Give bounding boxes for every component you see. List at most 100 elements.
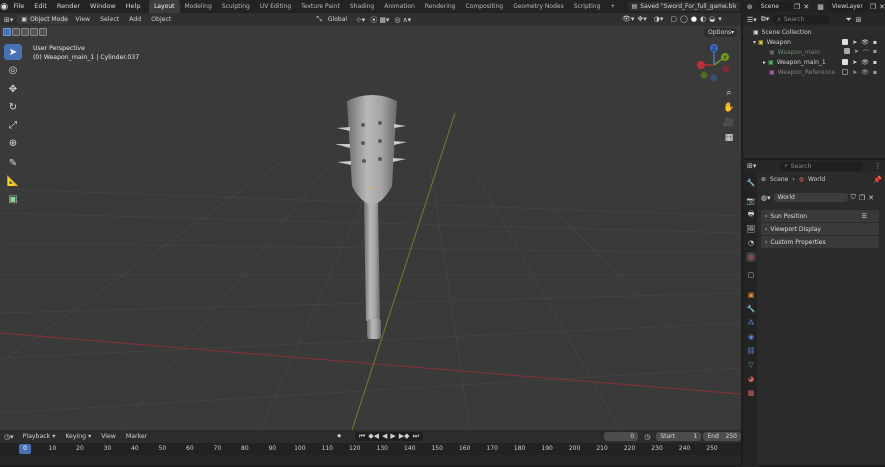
display-mode-icon[interactable]: ⧉▾ xyxy=(761,15,770,24)
fake-user-icon[interactable]: ⛉ xyxy=(851,193,856,202)
checkbox-icon[interactable] xyxy=(842,38,849,45)
tab-rendering[interactable]: Rendering xyxy=(420,0,461,13)
shading-options-icon[interactable]: ▾ xyxy=(718,15,722,23)
timeline-editor-icon[interactable]: ◷▾ xyxy=(0,433,18,441)
camera-icon[interactable]: ▪ xyxy=(873,48,877,57)
texture-tab-icon[interactable]: ▩ xyxy=(746,388,756,398)
constraints-tab-icon[interactable]: ⛓ xyxy=(746,346,756,356)
tab-layout[interactable]: Layout xyxy=(149,0,180,13)
tab-compositing[interactable]: Compositing xyxy=(460,0,508,13)
physics-tab-icon[interactable]: ◉ xyxy=(746,332,756,342)
menu-marker[interactable]: Marker xyxy=(121,433,152,440)
view-layer-tab-icon[interactable]: 🖼 xyxy=(746,224,756,234)
pan-button[interactable]: ✋ xyxy=(722,101,736,115)
move-tool[interactable]: ✥ xyxy=(4,81,22,97)
outliner-search[interactable]: ⌕ Scene Collection Search xyxy=(773,15,830,24)
particles-tab-icon[interactable]: ⁂ xyxy=(746,318,756,328)
scene-icon[interactable]: ⊛ xyxy=(747,3,753,11)
navigation-gizmo[interactable]: Z Y xyxy=(692,41,734,85)
tab-modeling[interactable]: Modeling xyxy=(180,0,217,13)
jump-end-icon[interactable]: ⏭ xyxy=(413,432,419,441)
data-tab-icon[interactable]: ▽ xyxy=(746,360,756,370)
object-tab-icon[interactable]: ▣ xyxy=(746,290,756,300)
overlay-icon[interactable]: ◑▾ xyxy=(654,15,664,23)
camera-icon[interactable]: ▪ xyxy=(873,69,877,76)
render-tab-icon[interactable]: 📷 xyxy=(746,196,756,206)
tab-geometry-nodes[interactable]: Geometry Nodes xyxy=(508,0,569,13)
view-layer-selector[interactable]: ViewLayer xyxy=(827,2,867,11)
camera-icon[interactable]: ▪ xyxy=(873,39,877,46)
view-layer-icon[interactable]: ▦ xyxy=(817,3,824,11)
panel-custom-properties[interactable]: › Custom Properties xyxy=(761,236,879,248)
mace-model[interactable] xyxy=(325,91,420,346)
tab-animation[interactable]: Animation xyxy=(379,0,420,13)
next-keyframe-icon[interactable]: ▶◆ xyxy=(399,432,410,441)
collapse-chevron-icon[interactable]: ▾ xyxy=(753,39,756,46)
tab-sculpting[interactable]: Sculpting xyxy=(217,0,255,13)
cursor-tool[interactable]: ◎ xyxy=(4,62,22,78)
snap-target-icon[interactable]: ▦▾ xyxy=(379,16,389,24)
proportional-editing-icon[interactable]: ◎ xyxy=(394,16,400,24)
tab-scripting[interactable]: Scripting xyxy=(569,0,606,13)
editor-type-icon[interactable]: ⊞▾ xyxy=(4,16,13,24)
menu-select[interactable]: Select xyxy=(96,13,123,26)
select-box-tool[interactable]: ➤ xyxy=(4,44,22,60)
list-icon[interactable]: ☰ xyxy=(862,213,867,220)
menu-view[interactable]: View xyxy=(71,13,94,26)
outliner-row-weapon-reference[interactable]: ▣ Weapon_Reference ➤ 👁 ▪ xyxy=(743,67,885,77)
gizmo-icon[interactable]: ✥▾ xyxy=(637,15,646,23)
menu-edit[interactable]: Edit xyxy=(29,0,52,13)
scale-tool[interactable]: ⤢ xyxy=(4,117,22,133)
3d-viewport[interactable]: ⊞▾ ▣ Object Mode View Select Add Object … xyxy=(0,13,741,430)
output-tab-icon[interactable]: 🖶 xyxy=(746,210,756,220)
panel-sun-position[interactable]: › Sun Position ☰ xyxy=(761,210,879,222)
jump-start-icon[interactable]: ⏮ xyxy=(359,432,365,441)
eye-closed-icon[interactable]: ⌒ xyxy=(863,48,869,57)
xray-icon[interactable]: ▢ xyxy=(670,15,677,23)
perspective-toggle-button[interactable]: ▦ xyxy=(722,131,736,145)
select-arrow-icon[interactable]: ➤ xyxy=(852,39,857,46)
transform-orientation-icon[interactable]: ⤡ xyxy=(316,15,322,24)
start-frame-field[interactable]: Start 1 xyxy=(656,432,702,441)
copy-icon[interactable]: ❐ xyxy=(870,3,876,11)
mode-selector[interactable]: ▣ Object Mode xyxy=(17,15,70,24)
outliner-row-scene-collection[interactable]: ▣ Scene Collection xyxy=(743,27,885,37)
select-arrow-icon[interactable]: ➤ xyxy=(852,59,857,66)
transform-tool[interactable]: ⊕ xyxy=(4,135,22,151)
world-name-field[interactable]: World xyxy=(773,193,848,202)
play-icon[interactable]: ▶ xyxy=(390,432,395,441)
zoom-button[interactable]: ⌕ xyxy=(722,86,736,100)
world-browse-icon[interactable]: ◍▾ xyxy=(761,194,771,202)
menu-window[interactable]: Window xyxy=(85,0,121,13)
blender-logo-icon[interactable]: ◉ xyxy=(0,0,8,13)
tab-shading[interactable]: Shading xyxy=(345,0,379,13)
options-dots-icon[interactable]: ⋮ xyxy=(874,162,881,170)
menu-playback[interactable]: Playback ▾ xyxy=(18,433,61,440)
snap-icon[interactable]: ⦿ xyxy=(370,15,377,25)
camera-view-button[interactable]: 🎥 xyxy=(722,116,736,130)
close-icon[interactable]: ✕ xyxy=(879,3,885,11)
outliner-row-weapon[interactable]: ▾ ▣ Weapon ➤ 👁 ▪ xyxy=(743,37,885,47)
add-workspace-button[interactable]: + xyxy=(605,0,620,13)
material-shading-icon[interactable]: ◐ xyxy=(700,15,706,23)
scene-selector[interactable]: Scene xyxy=(756,2,792,11)
tab-texture-paint[interactable]: Texture Paint xyxy=(296,0,345,13)
current-frame-field[interactable]: 0 xyxy=(604,432,639,441)
copy-icon[interactable]: ❐ xyxy=(794,3,800,11)
play-reverse-icon[interactable]: ◀ xyxy=(382,432,387,441)
menu-keying[interactable]: Keying ▾ xyxy=(60,433,96,440)
menu-help[interactable]: Help xyxy=(121,0,146,13)
close-icon[interactable]: ✕ xyxy=(803,3,809,11)
collection-tab-icon[interactable]: ▢ xyxy=(746,270,756,280)
camera-icon[interactable]: ▪ xyxy=(873,59,877,66)
tool-tab-icon[interactable]: 🔧 xyxy=(746,178,756,188)
select-extend-icon[interactable] xyxy=(12,28,20,36)
select-intersect-icon[interactable] xyxy=(39,28,47,36)
checkbox-icon[interactable] xyxy=(843,47,850,54)
eye-icon[interactable]: 👁 xyxy=(861,39,869,46)
scene-tab-icon[interactable]: ◔ xyxy=(746,238,756,248)
menu-file[interactable]: File xyxy=(8,0,29,13)
wireframe-shading-icon[interactable]: ◯ xyxy=(680,15,688,23)
checkbox-icon[interactable] xyxy=(842,68,849,75)
filter-icon[interactable]: ⏷ xyxy=(845,15,851,25)
